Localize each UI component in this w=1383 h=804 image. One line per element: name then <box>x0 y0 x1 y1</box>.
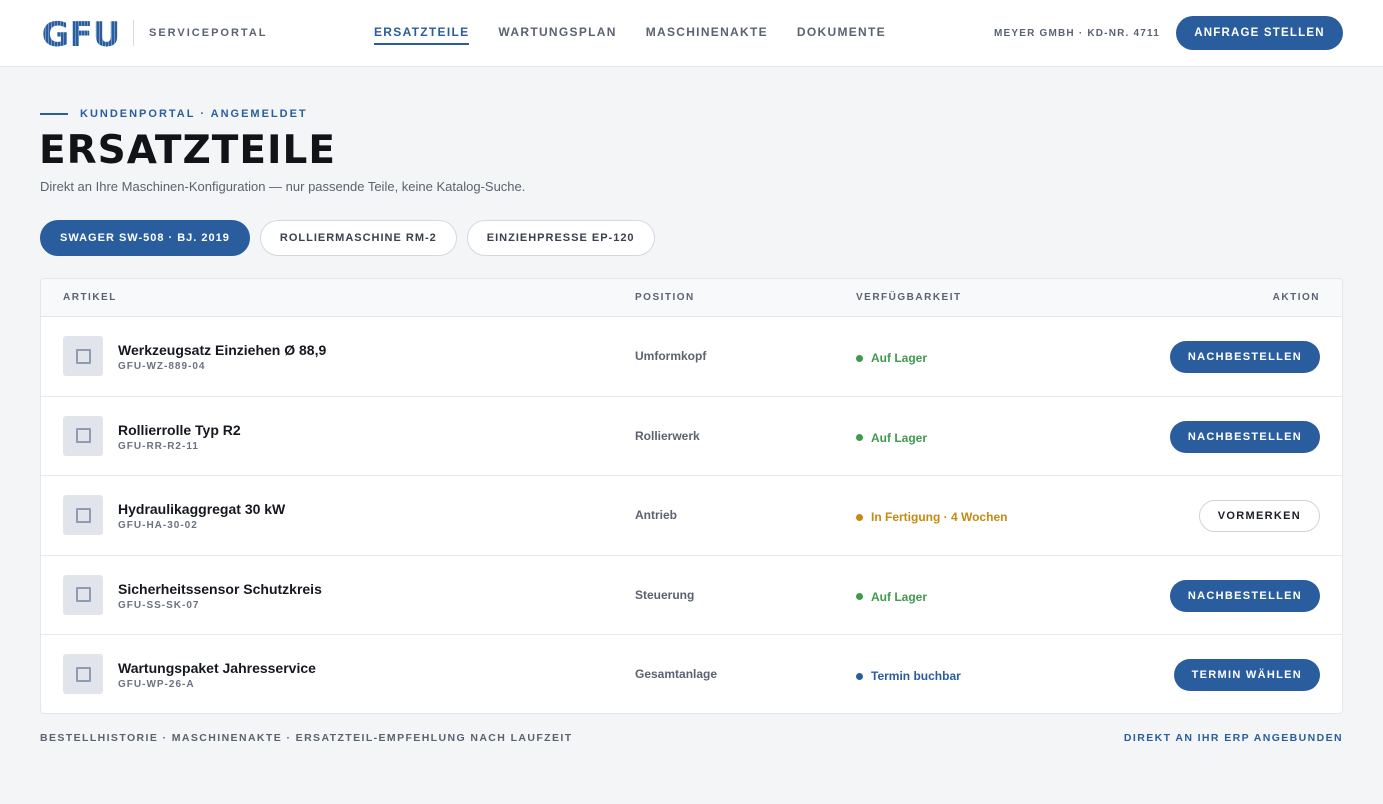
choose-date-button[interactable]: TERMIN WÄHLEN <box>1173 659 1320 691</box>
availability-status: In Fertigung · 4 Wochen <box>856 510 1007 524</box>
nav-item-dokumente[interactable]: DOKUMENTE <box>797 25 886 45</box>
part-name: Rollierrolle Typ R2 <box>118 421 241 438</box>
availability-label: In Fertigung · 4 Wochen <box>871 510 1008 524</box>
checkbox-icon <box>75 428 91 443</box>
part-position: Antrieb <box>635 508 677 522</box>
availability-status: Auf Lager <box>856 590 927 604</box>
availability-status: Auf Lager <box>856 431 927 445</box>
nav-item-maschinenakte[interactable]: MASCHINENAKTE <box>646 25 768 45</box>
status-dot-icon <box>856 354 863 362</box>
availability-label: Termin buchbar <box>871 669 961 683</box>
part-name: Wartungspaket Jahresservice <box>118 660 316 676</box>
nav-item-wartungsplan[interactable]: WARTUNGSPLAN <box>498 25 616 45</box>
part-name: Werkzeugsatz Einziehen Ø 88,9 <box>118 342 327 358</box>
availability-status: Auf Lager <box>856 351 927 365</box>
logo-lettering: GFU <box>43 17 119 49</box>
part-position: Rollierwerk <box>635 428 700 443</box>
erp-link[interactable]: DIREKT AN IHR ERP ANGEBUNDEN <box>1124 732 1343 744</box>
availability-label: Auf Lager <box>871 589 928 604</box>
table-row: Werkzeugsatz Einziehen Ø 88,9 GFU-WZ-889… <box>41 317 1342 397</box>
account-info: MEYER GMBH · KD-NR. 4711 <box>993 28 1160 39</box>
table-row: Sicherheitssensor Schutzkreis GFU-SS-SK-… <box>41 556 1342 635</box>
eyebrow-text: KUNDENPORTAL · ANGEMELDET <box>80 108 308 120</box>
part-image-icon[interactable] <box>63 495 103 535</box>
checkbox-icon <box>75 587 91 602</box>
portal-name: SERVICEPORTAL <box>149 27 268 39</box>
column-header-position: POSITION <box>635 292 695 303</box>
checkbox-icon <box>75 507 91 523</box>
nav-item-ersatzteile[interactable]: ERSATZTEILE <box>374 25 470 45</box>
checkbox-icon <box>75 666 91 682</box>
status-dot-icon <box>856 434 863 441</box>
part-code: GFU-RR-R2-11 <box>118 440 199 452</box>
reorder-button[interactable]: NACHBESTELLEN <box>1169 341 1320 373</box>
part-image-icon[interactable] <box>63 336 103 376</box>
parts-table: ARTIKEL POSITION VERFÜGBARKEIT AKTION We… <box>40 278 1343 714</box>
page-title: ERSATZTEILE <box>39 128 337 173</box>
reorder-button[interactable]: NACHBESTELLEN <box>1169 420 1320 453</box>
logo-divider <box>133 20 134 46</box>
part-code: GFU-HA-30-02 <box>118 520 198 531</box>
reorder-button[interactable]: NACHBESTELLEN <box>1169 579 1320 612</box>
machine-chip-rolliermaschine[interactable]: ROLLIERMASCHINE RM-2 <box>259 220 457 256</box>
machine-selector: SWAGER SW-508 · BJ. 2019 ROLLIERMASCHINE… <box>40 220 655 256</box>
gfu-logo[interactable]: GFU <box>43 17 119 49</box>
part-image-icon[interactable] <box>63 415 103 456</box>
reserve-button[interactable]: VORMERKEN <box>1198 500 1320 532</box>
checkbox-icon <box>75 348 91 364</box>
part-name: Hydraulikaggregat 30 kW <box>118 501 286 517</box>
status-dot-icon <box>856 593 863 600</box>
table-row: Wartungspaket Jahresservice GFU-WP-26-A … <box>41 635 1342 713</box>
part-image-icon[interactable] <box>63 654 103 694</box>
machine-chip-einziehpresse[interactable]: EINZIEHPRESSE EP-120 <box>466 220 655 256</box>
part-position: Gesamtanlage <box>635 667 718 681</box>
part-image-icon[interactable] <box>63 574 103 615</box>
main-nav: ERSATZTEILE WARTUNGSPLAN MASCHINENAKTE D… <box>374 25 886 45</box>
request-button[interactable]: ANFRAGE STELLEN <box>1176 16 1343 50</box>
page-subtitle: Direkt an Ihre Maschinen-Konfiguration —… <box>40 179 526 194</box>
part-name: Sicherheitssensor Schutzkreis <box>118 580 322 597</box>
availability-label: Auf Lager <box>871 351 928 365</box>
table-header: ARTIKEL POSITION VERFÜGBARKEIT AKTION <box>41 279 1342 317</box>
availability-label: Auf Lager <box>871 430 928 445</box>
table-row: Hydraulikaggregat 30 kW GFU-HA-30-02 Ant… <box>41 476 1342 556</box>
table-row: Rollierrolle Typ R2 GFU-RR-R2-11 Rollier… <box>41 397 1342 476</box>
column-header-aktion: AKTION <box>1272 292 1320 303</box>
part-code: GFU-SS-SK-07 <box>118 599 200 611</box>
eyebrow-line <box>40 113 68 115</box>
part-code: GFU-WP-26-A <box>118 679 195 690</box>
top-bar: GFU SERVICEPORTAL ERSATZTEILE WARTUNGSPL… <box>0 0 1383 67</box>
status-dot-icon <box>856 513 863 521</box>
part-position: Umformkopf <box>635 349 707 363</box>
status-dot-icon <box>856 672 863 680</box>
eyebrow: KUNDENPORTAL · ANGEMELDET <box>40 108 308 120</box>
part-code: GFU-WZ-889-04 <box>118 361 206 372</box>
footer-links[interactable]: BESTELLHISTORIE · MASCHINENAKTE · ERSATZ… <box>40 732 573 744</box>
column-header-verfuegbarkeit: VERFÜGBARKEIT <box>856 292 962 303</box>
availability-status: Termin buchbar <box>856 669 961 683</box>
part-position: Steuerung <box>635 587 695 602</box>
column-header-artikel: ARTIKEL <box>63 292 117 303</box>
machine-chip-swager[interactable]: SWAGER SW-508 · BJ. 2019 <box>40 220 250 256</box>
